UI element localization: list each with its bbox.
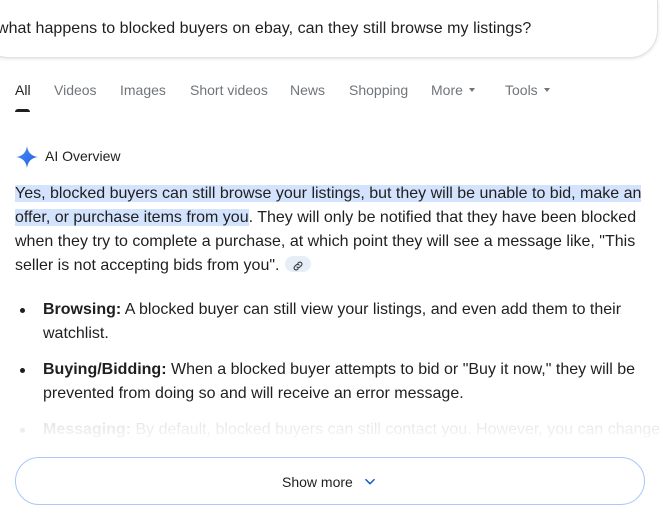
sparkle-icon bbox=[16, 146, 38, 168]
show-more-button[interactable]: Show more bbox=[15, 457, 645, 505]
bullet-dot bbox=[20, 368, 25, 373]
link-icon bbox=[293, 261, 303, 271]
list-item: Browsing: A blocked buyer can still view… bbox=[20, 298, 650, 346]
ai-overview-bullets: Browsing: A blocked buyer can still view… bbox=[20, 298, 660, 454]
tab-images[interactable]: Images bbox=[120, 82, 166, 98]
bullet-text: A blocked buyer can still view your list… bbox=[43, 301, 622, 342]
ai-overview-label: AI Overview bbox=[45, 148, 121, 164]
bullet-text: By default, blocked buyers can still con… bbox=[131, 421, 661, 438]
caret-down-icon bbox=[468, 88, 475, 93]
tab-tools[interactable]: Tools bbox=[505, 82, 550, 98]
active-tab-indicator bbox=[15, 109, 30, 112]
tab-tools-label: Tools bbox=[505, 82, 538, 98]
chevron-down-icon bbox=[365, 478, 375, 485]
list-item: Buying/Bidding: When a blocked buyer att… bbox=[20, 358, 650, 406]
tab-more[interactable]: More bbox=[431, 82, 475, 98]
tab-news[interactable]: News bbox=[290, 82, 325, 98]
bullet-dot bbox=[20, 308, 25, 313]
citation-chip[interactable] bbox=[285, 255, 312, 272]
caret-down-icon bbox=[543, 88, 550, 93]
tab-shopping[interactable]: Shopping bbox=[349, 82, 408, 98]
tab-short-videos[interactable]: Short videos bbox=[190, 82, 268, 98]
show-more-label: Show more bbox=[282, 474, 353, 490]
tab-videos[interactable]: Videos bbox=[54, 82, 97, 98]
ai-overview-summary: Yes, blocked buyers can still browse you… bbox=[15, 182, 655, 278]
tab-all[interactable]: All bbox=[15, 82, 31, 98]
tab-more-label: More bbox=[431, 82, 463, 98]
bullet-term: Browsing: bbox=[43, 301, 122, 318]
search-box[interactable]: what happens to blocked buyers on ebay, … bbox=[0, 0, 658, 58]
bullet-term: Buying/Bidding: bbox=[43, 361, 167, 378]
list-item: Messaging: By default, blocked buyers ca… bbox=[20, 418, 660, 442]
search-input[interactable]: what happens to blocked buyers on ebay, … bbox=[0, 20, 531, 38]
bullet-dot bbox=[20, 428, 25, 433]
bullet-term: Messaging: bbox=[43, 421, 132, 438]
